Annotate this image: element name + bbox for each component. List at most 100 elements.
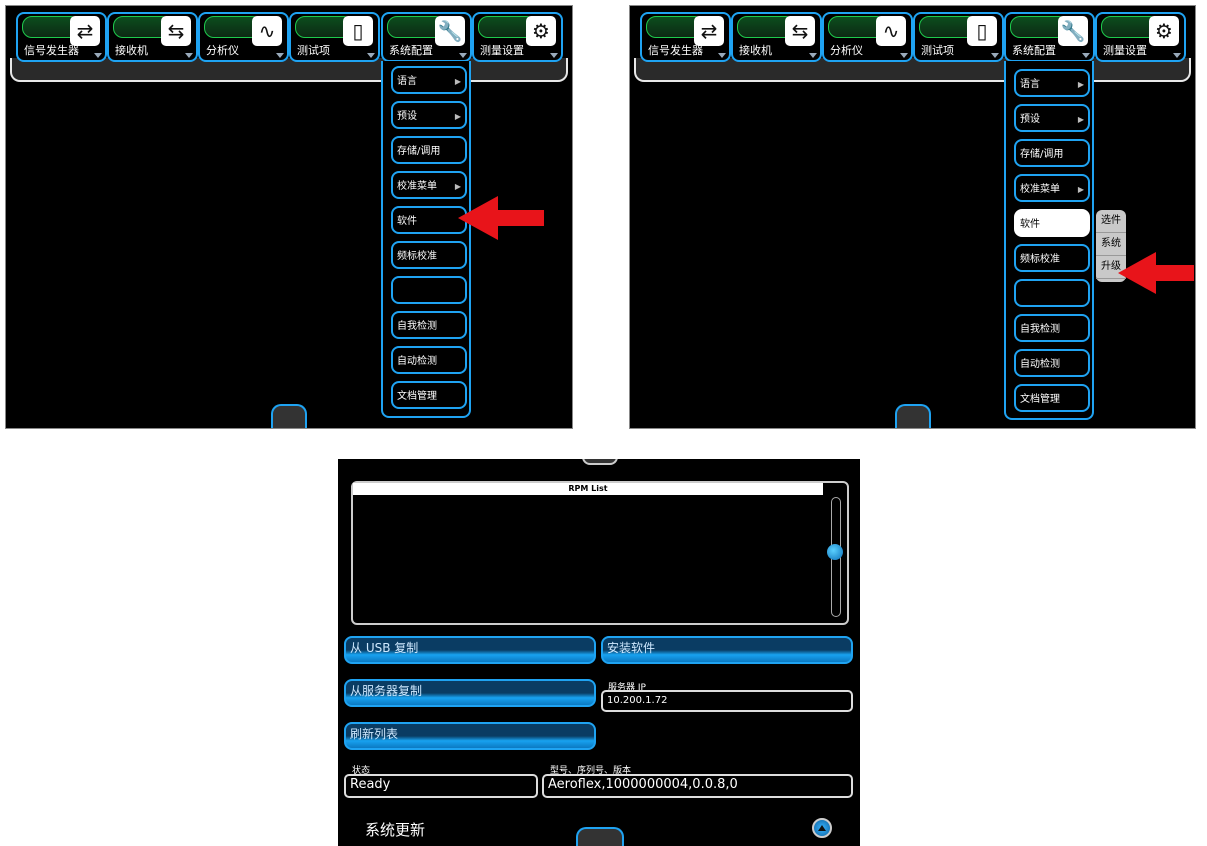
menu-item-language[interactable]: 语言 ▶ [1014, 69, 1090, 97]
receiver-icon: ⇆ [785, 16, 815, 46]
menu-item-auto-test[interactable]: 自动检测 [1014, 349, 1090, 377]
menu-item-label: 自我检测 [1020, 324, 1060, 335]
menu-item-auto-test[interactable]: 自动检测 [391, 346, 467, 374]
rpm-list-panel[interactable]: RPM List [351, 481, 849, 625]
menu-item-save-recall[interactable]: 存储/调用 [1014, 139, 1090, 167]
server-ip-field[interactable]: 10.200.1.72 [601, 690, 853, 712]
receiver-icon: ⇆ [161, 16, 191, 46]
screenshot-software-submenu: ⇄ 信号发生器 ⇆ 接收机 ∿ 分析仪 ▯ 测试项 🔧 系统配置 ⚙ 测量设置 … [629, 5, 1196, 429]
menu-item-empty[interactable] [1014, 279, 1090, 307]
menu-button-test-items[interactable]: ▯ 测试项 [289, 12, 380, 62]
expand-up-button[interactable] [812, 818, 832, 838]
menu-item-freq-ref-cal[interactable]: 频标校准 [391, 241, 467, 269]
button-label: 从服务器复制 [350, 684, 423, 698]
menu-button-label: 分析仪 [206, 44, 239, 57]
menu-button-signal-generator[interactable]: ⇄ 信号发生器 [640, 12, 731, 62]
menu-button-receiver[interactable]: ⇆ 接收机 [107, 12, 198, 62]
menu-item-self-test[interactable]: 自我检测 [1014, 314, 1090, 342]
menu-button-system-config[interactable]: 🔧 系统配置 [1004, 12, 1095, 62]
menu-item-file-manager[interactable]: 文档管理 [391, 381, 467, 409]
gear-icon: ⚙ [526, 16, 556, 46]
menu-item-label: 文档管理 [397, 391, 437, 402]
install-software-button[interactable]: 安装软件 [601, 636, 853, 664]
menu-button-analyzer[interactable]: ∿ 分析仪 [822, 12, 913, 62]
menu-item-calibration[interactable]: 校准菜单 ▶ [1014, 174, 1090, 202]
scroll-thumb[interactable] [827, 544, 843, 560]
caret-icon [900, 53, 908, 58]
caret-icon [991, 53, 999, 58]
menu-item-label: 自我检测 [397, 321, 437, 332]
caret-icon [459, 53, 467, 58]
menu-item-label: 存储/调用 [1020, 149, 1064, 160]
menu-item-software[interactable]: 软件 [1014, 209, 1090, 237]
menu-item-label: 频标校准 [397, 251, 437, 262]
top-menu-bar: ⇄ 信号发生器 ⇆ 接收机 ∿ 分析仪 ▯ 测试项 🔧 系统配置 ⚙ 测量设置 [630, 6, 1195, 82]
menu-button-test-items[interactable]: ▯ 测试项 [913, 12, 1004, 62]
analyzer-icon: ∿ [876, 16, 906, 46]
submenu-arrow-icon: ▶ [454, 77, 461, 86]
menu-item-empty[interactable] [391, 276, 467, 304]
screenshot-menu-open: ⇄ 信号发生器 ⇆ 接收机 ∿ 分析仪 ▯ 测试项 🔧 系统配置 ⚙ 测量设置 … [5, 5, 573, 429]
copy-from-server-button[interactable]: 从服务器复制 [344, 679, 596, 707]
gear-icon: ⚙ [1149, 16, 1179, 46]
menu-button-measure-settings[interactable]: ⚙ 测量设置 [1095, 12, 1186, 62]
rpm-list-scrollbar[interactable] [827, 497, 843, 617]
caret-icon [367, 53, 375, 58]
submenu-item-options[interactable]: 选件 [1096, 210, 1126, 233]
page-title: 系统更新 [365, 821, 426, 839]
system-config-dropdown: 语言 ▶ 预设 ▶ 存储/调用 校准菜单 ▶ 软件 频标校准 自我检测 自动检测 文档… [1004, 61, 1094, 420]
menu-button-label: 分析仪 [830, 44, 863, 57]
menu-item-save-recall[interactable]: 存储/调用 [391, 136, 467, 164]
menu-item-self-test[interactable]: 自我检测 [391, 311, 467, 339]
rpm-list-title: RPM List [353, 483, 823, 495]
menu-item-file-manager[interactable]: 文档管理 [1014, 384, 1090, 412]
caret-icon [185, 53, 193, 58]
copy-from-usb-button[interactable]: 从 USB 复制 [344, 636, 596, 664]
wrench-icon: 🔧 [435, 16, 465, 46]
menu-button-label: 系统配置 [1012, 44, 1056, 57]
menu-item-software[interactable]: 软件 [391, 206, 467, 234]
top-menu-bar: ⇄ 信号发生器 ⇆ 接收机 ∿ 分析仪 ▯ 测试项 🔧 系统配置 ⚙ 测量设置 [6, 6, 572, 82]
menu-button-receiver[interactable]: ⇆ 接收机 [731, 12, 822, 62]
menu-item-label: 自动检测 [397, 356, 437, 367]
menu-item-preset[interactable]: 预设 ▶ [391, 101, 467, 129]
button-label: 安装软件 [607, 641, 656, 655]
red-arrow-icon [458, 196, 544, 240]
test-items-icon: ▯ [967, 16, 997, 46]
bottom-pull-tab[interactable] [895, 404, 931, 428]
menu-button-system-config[interactable]: 🔧 系统配置 [381, 12, 472, 62]
caret-icon [1082, 53, 1090, 58]
menu-button-signal-generator[interactable]: ⇄ 信号发生器 [16, 12, 107, 62]
menu-item-language[interactable]: 语言 ▶ [391, 66, 467, 94]
menu-item-label: 自动检测 [1020, 359, 1060, 370]
menu-item-label: 校准菜单 [1020, 184, 1060, 195]
submenu-arrow-icon: ▶ [1077, 115, 1084, 124]
menu-item-label: 校准菜单 [397, 181, 437, 192]
bottom-pull-tab[interactable] [271, 404, 307, 428]
analyzer-icon: ∿ [252, 16, 282, 46]
caret-icon [94, 53, 102, 58]
menu-item-freq-ref-cal[interactable]: 频标校准 [1014, 244, 1090, 272]
menu-item-label: 语言 [397, 76, 417, 87]
refresh-list-button[interactable]: 刷新列表 [344, 722, 596, 750]
caret-icon [1173, 53, 1181, 58]
submenu-arrow-icon: ▶ [454, 112, 461, 121]
menu-button-measure-settings[interactable]: ⚙ 测量设置 [472, 12, 563, 62]
wrench-icon: 🔧 [1058, 16, 1088, 46]
menu-item-label: 文档管理 [1020, 394, 1060, 405]
top-pull-tab[interactable] [582, 459, 618, 465]
menu-item-label: 软件 [397, 216, 417, 227]
submenu-arrow-icon: ▶ [1077, 80, 1084, 89]
menu-item-label: 软件 [1020, 219, 1040, 230]
menu-button-analyzer[interactable]: ∿ 分析仪 [198, 12, 289, 62]
menu-item-preset[interactable]: 预设 ▶ [1014, 104, 1090, 132]
menu-item-label: 预设 [397, 111, 417, 122]
red-arrow-icon [1118, 252, 1194, 294]
model-serial-version-field: Aeroflex,1000000004,0.0.8,0 [542, 774, 853, 798]
menu-button-label: 接收机 [115, 44, 148, 57]
menu-item-label: 预设 [1020, 114, 1040, 125]
bottom-pull-tab[interactable] [576, 827, 624, 846]
menu-button-label: 测量设置 [480, 44, 524, 57]
menu-item-calibration[interactable]: 校准菜单 ▶ [391, 171, 467, 199]
menu-button-label: 测量设置 [1103, 44, 1147, 57]
